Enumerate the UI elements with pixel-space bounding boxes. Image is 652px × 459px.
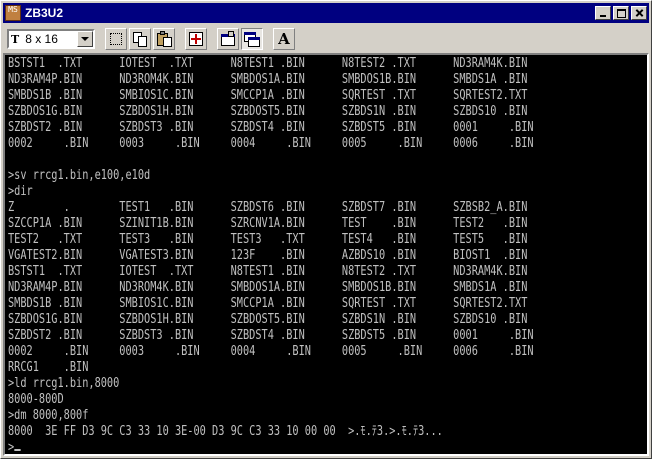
console-line: >sv rrcg1.bin,e100,e10d bbox=[8, 168, 151, 183]
font-button[interactable]: A bbox=[273, 28, 295, 50]
toolbar: T 8 x 16 A bbox=[3, 25, 649, 53]
console-line: TEST2 .TXT TEST3 .BIN TEST3 .TXT TEST4 .… bbox=[8, 232, 528, 247]
console-line: ND3RAM4P.BIN ND3ROM4K.BIN SMBDOS1A.BIN S… bbox=[8, 72, 528, 87]
mark-button[interactable] bbox=[105, 28, 127, 50]
font-size-select[interactable]: T 8 x 16 bbox=[7, 29, 95, 49]
truetype-icon: T bbox=[11, 32, 20, 46]
console-line: Z . TEST1 .BIN SZBDST6 .BIN SZBDST7 .BIN… bbox=[8, 200, 528, 215]
console-line: VGATEST2.BIN VGATEST3.BIN 123F .BIN AZBD… bbox=[8, 248, 528, 263]
console-line: BSTST1 .TXT IOTEST .TXT N8TEST1 .BIN N8T… bbox=[8, 56, 528, 71]
copy-button[interactable] bbox=[129, 28, 151, 50]
console-line: SMBDS1B .BIN SMBIOS1C.BIN SMCCP1A .BIN S… bbox=[8, 88, 528, 103]
properties-button[interactable] bbox=[217, 28, 239, 50]
window-title: ZB3U2 bbox=[25, 6, 64, 20]
close-button[interactable] bbox=[631, 6, 647, 20]
console-line: 8000-800D bbox=[8, 392, 64, 407]
console-line: SZBDOS1G.BIN SZBDOS1H.BIN SZBDOST5.BIN S… bbox=[8, 312, 528, 327]
title-bar[interactable]: MS ZB3U2 bbox=[3, 3, 649, 23]
console-line: BSTST1 .TXT IOTEST .TXT N8TEST1 .BIN N8T… bbox=[8, 264, 528, 279]
console-output[interactable]: BSTST1 .TXT IOTEST .TXT N8TEST1 .BIN N8T… bbox=[3, 53, 649, 456]
maximize-button[interactable] bbox=[613, 6, 629, 20]
fullscreen-button[interactable] bbox=[185, 28, 207, 50]
console-line: >ld rrcg1.bin,8000 bbox=[8, 376, 120, 391]
console-line: ND3RAM4P.BIN ND3ROM4K.BIN SMBDOS1A.BIN S… bbox=[8, 280, 528, 295]
minimize-button[interactable] bbox=[595, 6, 611, 20]
console-line: 0002 .BIN 0003 .BIN 0004 .BIN 0005 .BIN … bbox=[8, 136, 534, 151]
console-line: > bbox=[8, 440, 534, 454]
font-size-value: 8 x 16 bbox=[25, 32, 58, 46]
background-button[interactable] bbox=[241, 28, 263, 50]
console-lines: BSTST1 .TXT IOTEST .TXT N8TEST1 .BIN N8T… bbox=[8, 56, 534, 454]
console-window: MS ZB3U2 T 8 x 16 A BSTST1 .TXT IOTEST .… bbox=[0, 0, 652, 459]
console-line: >dm 8000,800f bbox=[8, 408, 89, 423]
console-line: 0002 .BIN 0003 .BIN 0004 .BIN 0005 .BIN … bbox=[8, 344, 534, 359]
text-cursor bbox=[14, 449, 21, 451]
console-line: SZBDOS1G.BIN SZBDOS1H.BIN SZBDOST5.BIN S… bbox=[8, 104, 528, 119]
console-line: SMBDS1B .BIN SMBIOS1C.BIN SMCCP1A .BIN S… bbox=[8, 296, 528, 311]
console-line: RRCG1 .BIN bbox=[8, 360, 89, 375]
console-line: 8000 3E FF D3 9C C3 33 10 3E-00 D3 9C C3… bbox=[8, 424, 443, 439]
console-line: SZCCP1A .BIN SZINIT1B.BIN SZRCNV1A.BIN T… bbox=[8, 216, 528, 231]
console-line: >dir bbox=[8, 184, 33, 199]
paste-button[interactable] bbox=[153, 28, 175, 50]
chevron-down-icon[interactable] bbox=[77, 31, 93, 47]
console-line: SZBDST2 .BIN SZBDST3 .BIN SZBDST4 .BIN S… bbox=[8, 120, 534, 135]
font-icon: A bbox=[278, 30, 290, 48]
console-line: SZBDST2 .BIN SZBDST3 .BIN SZBDST4 .BIN S… bbox=[8, 328, 534, 343]
mark-icon bbox=[110, 33, 122, 45]
app-icon[interactable]: MS bbox=[5, 5, 21, 21]
